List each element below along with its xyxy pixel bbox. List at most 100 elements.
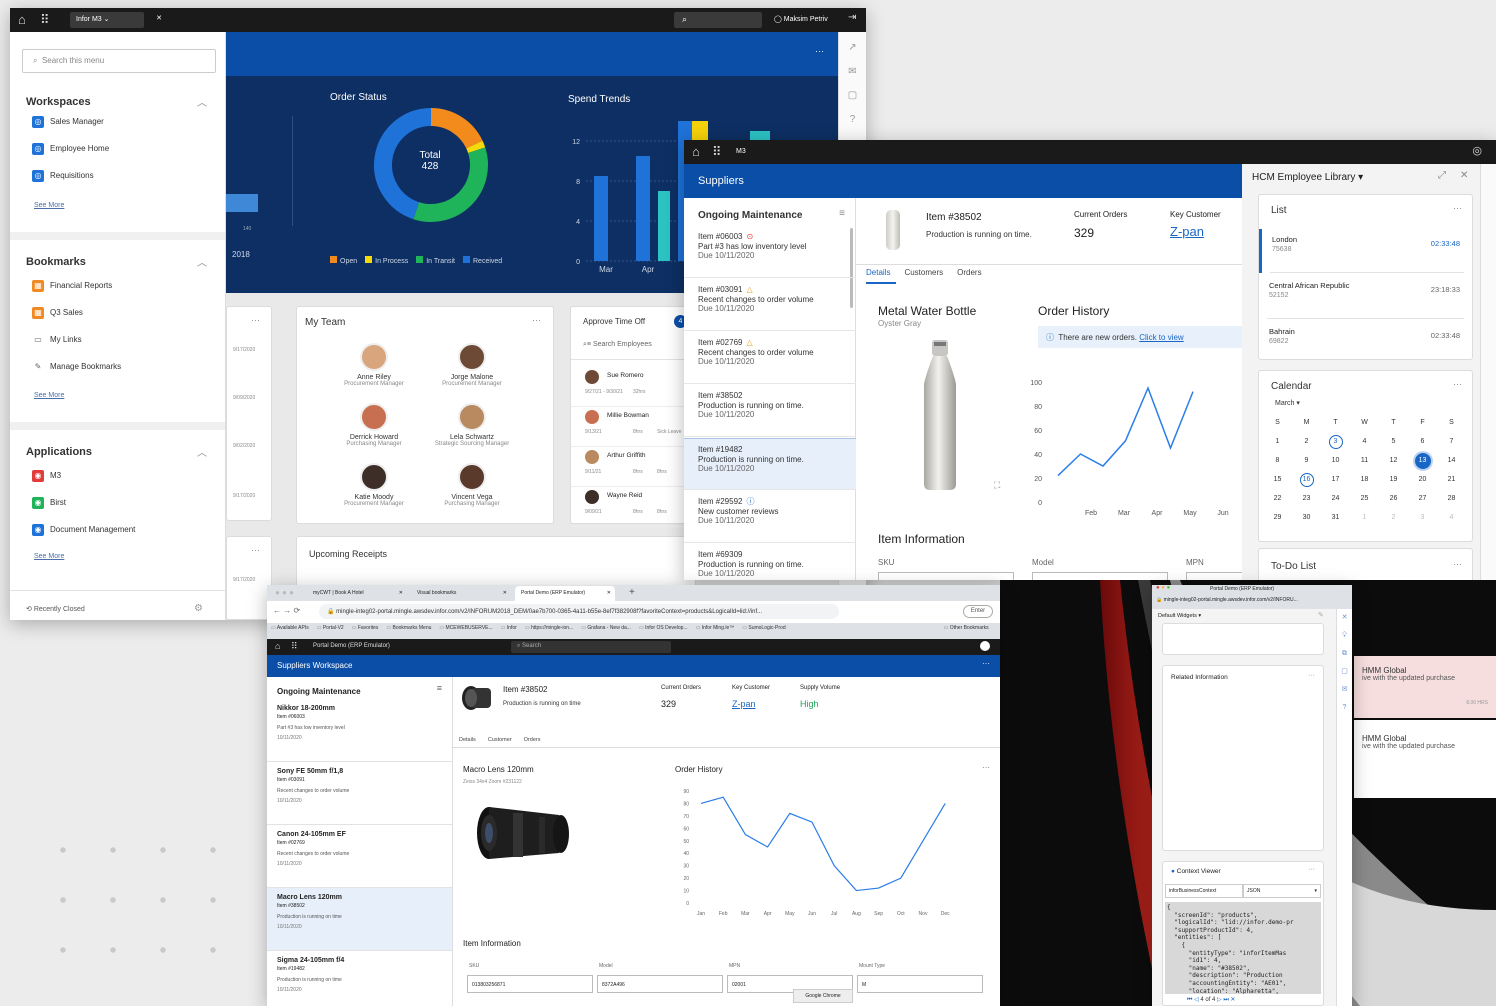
enter-button[interactable]: Enter: [963, 605, 993, 618]
calendar-day[interactable]: 29: [1263, 508, 1292, 527]
chevron-up-icon[interactable]: ︿: [197, 94, 207, 109]
default-widgets-select[interactable]: Default Widgets ▾: [1158, 613, 1201, 619]
close-icon[interactable]: ✕: [1460, 170, 1468, 181]
close-icon[interactable]: ✕: [503, 590, 507, 596]
user-menu[interactable]: ◯ Maksim Petriv: [774, 15, 828, 23]
maintenance-item[interactable]: Item #19482 Production is running on time…: [684, 438, 856, 490]
maintenance-item[interactable]: Nikkor 18-200mm Item #06003 Part #3 has lo…: [267, 699, 452, 762]
time-off-row[interactable]: Arthur Griffith 9/11/21 8hrs 8hrs: [571, 447, 691, 487]
workspace-item[interactable]: ◎ Employee Home: [32, 143, 109, 155]
more-icon[interactable]: ···: [1453, 379, 1462, 389]
calendar-day[interactable]: 3: [1321, 432, 1350, 451]
team-member[interactable]: Anne Riley Procurement Manager: [319, 343, 429, 387]
filter-icon[interactable]: ≡: [437, 683, 442, 693]
bookmark-link[interactable]: ▭ Bookmarks Menu: [386, 625, 431, 631]
clock-row[interactable]: Bahrain 69822 02:33:48: [1259, 321, 1472, 365]
app-tab[interactable]: Infor M3 ⌄ ✕: [70, 12, 162, 28]
calendar-day[interactable]: 28: [1437, 489, 1466, 508]
calendar-day[interactable]: 27: [1408, 489, 1437, 508]
time-off-row[interactable]: Wayne Reid 9/09/21 8hrs 8hrs: [571, 487, 691, 527]
user-icon[interactable]: ◎: [1472, 144, 1482, 157]
todo-item-2[interactable]: HMM Global ive with the updated purchase: [1354, 720, 1496, 798]
close-icon[interactable]: ✕: [399, 590, 403, 596]
home-icon[interactable]: ⌂: [18, 12, 26, 27]
month-select[interactable]: March ▾: [1275, 399, 1300, 407]
calendar-day[interactable]: 24: [1321, 489, 1350, 508]
maintenance-item[interactable]: Sigma 24-105mm f/4 Item #19482 Production …: [267, 951, 452, 1006]
new-tab-button[interactable]: +: [629, 587, 635, 598]
clock-row[interactable]: London 75638 02:33:48: [1259, 229, 1472, 273]
calendar-day[interactable]: 26: [1379, 489, 1408, 508]
calendar-day[interactable]: 23: [1292, 489, 1321, 508]
calendar-day[interactable]: 20: [1408, 470, 1437, 489]
calendar-day[interactable]: 17: [1321, 470, 1350, 489]
key-customer-link[interactable]: Z-pan: [1170, 224, 1204, 239]
calendar-day[interactable]: 16: [1292, 470, 1321, 489]
workspace-item[interactable]: ◎ Sales Manager: [32, 116, 104, 128]
browser-tab[interactable]: Portal Demo (ERP Emulator) ✕: [515, 586, 615, 601]
bookmark-link[interactable]: ▭ Favorites: [352, 625, 379, 631]
tab-details[interactable]: Details: [459, 737, 476, 743]
maintenance-item[interactable]: Item #02769 △ Recent changes to order volu…: [684, 332, 856, 384]
more-icon[interactable]: ···: [1453, 203, 1462, 213]
todo-item-1[interactable]: HMM Global ive with the updated purchase…: [1354, 656, 1496, 718]
search-employees-input[interactable]: ⌕≡ Search Employees: [583, 341, 652, 349]
bookmark-item[interactable]: ▭ My Links: [32, 334, 81, 346]
calendar-day[interactable]: 1: [1350, 508, 1379, 527]
field-input[interactable]: M: [857, 975, 983, 993]
click-to-view-link[interactable]: Click to view: [1139, 333, 1183, 342]
nav-buttons[interactable]: ← → ⟳: [273, 606, 300, 615]
hcm-library-title[interactable]: HCM Employee Library ▾: [1252, 172, 1363, 183]
close-icon[interactable]: ✕: [1337, 609, 1352, 627]
bookmark-link[interactable]: ▭ Grafana - New da...: [581, 625, 631, 631]
more-icon[interactable]: ···: [982, 659, 990, 668]
calendar-day[interactable]: 6: [1408, 432, 1437, 451]
bookmark-link[interactable]: ▭ Infor OS Develop...: [639, 625, 688, 631]
calendar-day[interactable]: 22: [1263, 489, 1292, 508]
tab-customers[interactable]: Customers: [904, 268, 943, 277]
home-icon[interactable]: ⌂: [275, 641, 280, 651]
workspaces-see-more[interactable]: See More: [34, 202, 64, 209]
app-grid-icon[interactable]: ⠿: [40, 12, 50, 28]
bookmark-link[interactable]: ▭ Infor Ming.le™: [696, 625, 735, 631]
close-icon[interactable]: ✕: [156, 14, 162, 22]
more-icon[interactable]: ···: [982, 763, 990, 772]
recently-closed-button[interactable]: ⟲ Recently Closed: [26, 605, 85, 613]
calendar-day[interactable]: 1: [1263, 432, 1292, 451]
calendar-day[interactable]: 4: [1437, 508, 1466, 527]
bookmark-link[interactable]: ▭ Available APIs: [271, 625, 309, 631]
calendar-day[interactable]: 18: [1350, 470, 1379, 489]
logout-icon[interactable]: ⇥: [848, 12, 856, 23]
calendar-day[interactable]: 19: [1379, 470, 1408, 489]
maintenance-item[interactable]: Item #38502 Production is running on time…: [684, 385, 856, 437]
maintenance-item[interactable]: Item #03091 △ Recent changes to order volu…: [684, 279, 856, 331]
calendar-day[interactable]: 31: [1321, 508, 1350, 527]
team-member[interactable]: Lela Schwartz Strategic Sourcing Manager: [417, 403, 527, 447]
menu-search-input[interactable]: ⌕ Search this menu: [22, 49, 216, 73]
workspace-item[interactable]: ◎ Requisitions: [32, 170, 94, 182]
expand-image-icon[interactable]: ⛶: [994, 480, 1000, 491]
calendar-day[interactable]: 2: [1292, 432, 1321, 451]
applications-see-more[interactable]: See More: [34, 553, 64, 560]
team-member[interactable]: Vincent Vega Purchasing Manager: [417, 463, 527, 507]
bookmark-item[interactable]: ▦ Financial Reports: [32, 280, 112, 292]
w4-url[interactable]: 🔒 mingle-integ02-portal.mingle.awsdev.in…: [1156, 597, 1346, 603]
more-icon[interactable]: ···: [1308, 866, 1315, 873]
more-icon[interactable]: ···: [1308, 672, 1315, 679]
more-icon[interactable]: ···: [532, 315, 541, 325]
maintenance-item[interactable]: Item #69309 Production is running on time…: [684, 544, 856, 580]
calendar-day[interactable]: 4: [1350, 432, 1379, 451]
browser-tab[interactable]: Visual bookmarks ✕: [411, 586, 511, 601]
bookmark-link[interactable]: ▭ MCEWEBUSERVE...: [439, 625, 492, 631]
copy-icon[interactable]: ⧉: [1337, 645, 1352, 663]
chat-icon[interactable]: ▢: [839, 84, 866, 108]
expand-icon[interactable]: ⤢: [1438, 170, 1446, 181]
app-grid-icon[interactable]: ⠿: [291, 641, 298, 652]
calendar-day[interactable]: 3: [1408, 508, 1437, 527]
close-icon[interactable]: ✕: [607, 590, 611, 596]
more-icon[interactable]: ···: [1453, 559, 1462, 569]
maintenance-item[interactable]: Item #29592 ⓘ New customer reviews Due 10/1…: [684, 491, 856, 543]
time-off-row[interactable]: Millie Bowman 9/13/21 8hrs Sick Leave: [571, 407, 691, 447]
calendar-day[interactable]: 11: [1350, 451, 1379, 470]
chevron-up-icon[interactable]: ︿: [197, 444, 207, 459]
